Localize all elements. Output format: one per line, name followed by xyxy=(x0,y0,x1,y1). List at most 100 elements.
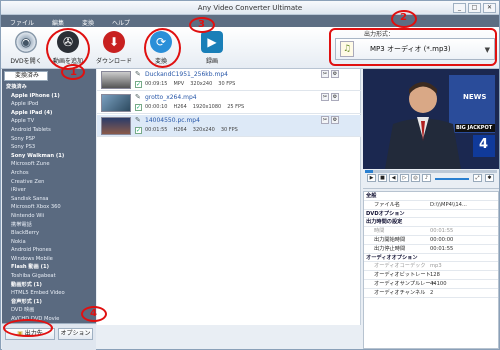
video-thumbnail xyxy=(101,71,131,89)
file-list: ✎ ✓ DuckandC1951_256kb.mp4 00:09:15 MPV … xyxy=(97,69,361,325)
edit-icon[interactable]: ✎ xyxy=(135,116,141,124)
record-button[interactable]: ▶ 録画 xyxy=(191,31,233,65)
file-name: DuckandC1951_256kb.mp4 xyxy=(145,71,228,78)
open-dvd-button[interactable]: ◉ DVDを開く xyxy=(5,31,47,65)
file-row[interactable]: ✎ ✓ DuckandC1951_256kb.mp4 00:09:15 MPV … xyxy=(97,69,361,91)
record-icon: ▶ xyxy=(201,31,223,53)
tree-item[interactable]: Windows Mobile xyxy=(2,255,96,264)
effects-icon[interactable]: ✱ xyxy=(485,174,494,182)
file-row[interactable]: ✎ ✓ grotto_x264.mp4 00:00:10 H264 1920x1… xyxy=(97,92,361,114)
record-label: 録画 xyxy=(205,58,218,65)
prop-row[interactable]: DVDオプション xyxy=(364,210,498,219)
menu-convert[interactable]: 変換 xyxy=(73,15,103,27)
tree-item[interactable]: Android Phones xyxy=(2,246,96,255)
tree-item[interactable]: Android Tablets xyxy=(2,126,96,135)
menu-help[interactable]: ヘルプ xyxy=(103,15,139,27)
play-icon[interactable]: ▶ xyxy=(367,174,376,182)
volume-icon[interactable]: ♪ xyxy=(422,174,431,182)
file-meta: 00:01:55 H264 320x240 30 FPS xyxy=(145,127,238,133)
tree-item[interactable]: Sony PS3 xyxy=(2,143,96,152)
next-icon[interactable]: ▷ xyxy=(400,174,409,182)
annotation-ring xyxy=(329,28,497,66)
edit-icon[interactable]: ✎ xyxy=(135,70,141,78)
menu-edit[interactable]: 編集 xyxy=(43,15,73,27)
prop-row[interactable]: オーディオオプション xyxy=(364,254,498,263)
file-codec: H264 xyxy=(173,104,187,110)
scissors-icon[interactable]: ✂ xyxy=(321,116,329,124)
file-fps: 25 FPS xyxy=(227,104,245,110)
settings-icon[interactable]: ⚙ xyxy=(331,70,339,78)
prop-row[interactable]: 出力時間の設定 xyxy=(364,218,498,228)
prop-row[interactable]: オーディオコーデック mp3 xyxy=(364,262,498,272)
tree-item[interactable]: 音声形式 (1) xyxy=(2,298,96,307)
tree-item[interactable]: Archos xyxy=(2,169,96,178)
menu-file[interactable]: ファイル xyxy=(1,15,43,27)
volume-slider[interactable] xyxy=(435,178,469,180)
tree-item[interactable]: 携帯電話 xyxy=(2,221,96,230)
tree-item[interactable]: Apple iPhone (1) xyxy=(2,92,96,101)
stop-icon[interactable]: ■ xyxy=(378,174,387,182)
file-row-selected[interactable]: ✎ ✓ 14004550.pc.mp4 00:01:55 H264 320x24… xyxy=(97,115,361,137)
tree-item[interactable]: Apple TV xyxy=(2,117,96,126)
menu-bar: ファイル 編集 変換 ヘルプ xyxy=(1,15,499,27)
tree-item[interactable]: Nintendo Wii xyxy=(2,212,96,221)
annotation-number: 4 xyxy=(90,308,97,319)
sidebar-tab-converted[interactable]: 変換済み xyxy=(4,71,48,81)
prop-value: 00:01:55 xyxy=(430,245,454,252)
option-button[interactable]: オプション xyxy=(58,328,93,340)
download-button[interactable]: ⬇ ダウンロード xyxy=(93,31,135,65)
settings-icon[interactable]: ⚙ xyxy=(331,116,339,124)
tree-item[interactable]: iRiver xyxy=(2,186,96,195)
prop-row[interactable]: 時間 00:01:55 xyxy=(364,227,498,236)
tree-item[interactable]: BlackBerry xyxy=(2,229,96,238)
file-checkbox[interactable]: ✓ xyxy=(135,127,142,134)
annotation-number: 2 xyxy=(400,12,407,23)
snapshot-icon[interactable]: ◎ xyxy=(411,174,420,182)
prop-row[interactable]: オーディオチャンネル 2 xyxy=(364,289,498,298)
tree-item[interactable]: Apple iPod xyxy=(2,100,96,109)
file-meta: 00:00:10 H264 1920x1080 25 FPS xyxy=(145,104,244,110)
row-actions: ✂ ⚙ xyxy=(321,70,339,78)
minimize-button[interactable]: _ xyxy=(453,3,466,13)
seek-bar[interactable] xyxy=(365,170,497,173)
prop-value: 2 xyxy=(430,289,434,296)
prop-row[interactable]: オーディオサンプルレート 44100 xyxy=(364,280,498,289)
tree-item[interactable]: HTML5 Embed Video xyxy=(2,289,96,298)
file-checkbox[interactable]: ✓ xyxy=(135,81,142,88)
close-button[interactable]: ✕ xyxy=(483,3,496,13)
edit-icon[interactable]: ✎ xyxy=(135,93,141,101)
tree-item[interactable]: 動画形式 (1) xyxy=(2,281,96,290)
fullscreen-icon[interactable]: ⤢ xyxy=(473,174,482,182)
prop-row[interactable]: 全般 xyxy=(364,192,498,201)
app-window: Any Video Converter Ultimate _ □ ✕ ファイル … xyxy=(0,0,500,350)
prop-value: 128 xyxy=(430,272,440,279)
tree-item[interactable]: Microsoft Zune xyxy=(2,160,96,169)
file-checkbox[interactable]: ✓ xyxy=(135,104,142,111)
tree-item[interactable]: Flash 動画 (1) xyxy=(2,263,96,272)
tree-item[interactable]: Sandisk Sansa xyxy=(2,195,96,204)
tree-item[interactable]: Creative Zen xyxy=(2,178,96,187)
maximize-button[interactable]: □ xyxy=(468,3,481,13)
prop-key: 時間 xyxy=(374,228,385,235)
tree-group[interactable]: 変換済み xyxy=(2,83,96,92)
prop-row[interactable]: オーディオビットレート 128 xyxy=(364,271,498,280)
channel-number: 4 xyxy=(479,137,489,152)
prop-row[interactable]: ファイル名 D:\\\MP4\\14... xyxy=(364,201,498,210)
tree-item[interactable]: Sony Walkman (1) xyxy=(2,152,96,161)
prop-row[interactable]: 出力停止時間 00:01:55 xyxy=(364,245,498,254)
tree-item[interactable]: Apple iPad (4) xyxy=(2,109,96,118)
tree-item[interactable]: Nokia xyxy=(2,238,96,247)
video-preview: NEWS BIG JACKPOT 4 xyxy=(363,69,499,169)
tree-item[interactable]: Microsoft Xbox 360 xyxy=(2,203,96,212)
row-actions: ✂ ⚙ xyxy=(321,116,339,124)
settings-icon[interactable]: ⚙ xyxy=(331,93,339,101)
prev-icon[interactable]: ◀ xyxy=(389,174,398,182)
prop-row[interactable]: 出力開始時間 00:00:00 xyxy=(364,236,498,245)
news-logo-text: NEWS xyxy=(463,93,487,101)
file-fps: 30 FPS xyxy=(220,127,238,133)
scissors-icon[interactable]: ✂ xyxy=(321,70,329,78)
file-resolution: 1920x1080 xyxy=(192,104,222,110)
tree-item[interactable]: Toshiba Gigabeat xyxy=(2,272,96,281)
scissors-icon[interactable]: ✂ xyxy=(321,93,329,101)
tree-item[interactable]: Sony PSP xyxy=(2,135,96,144)
